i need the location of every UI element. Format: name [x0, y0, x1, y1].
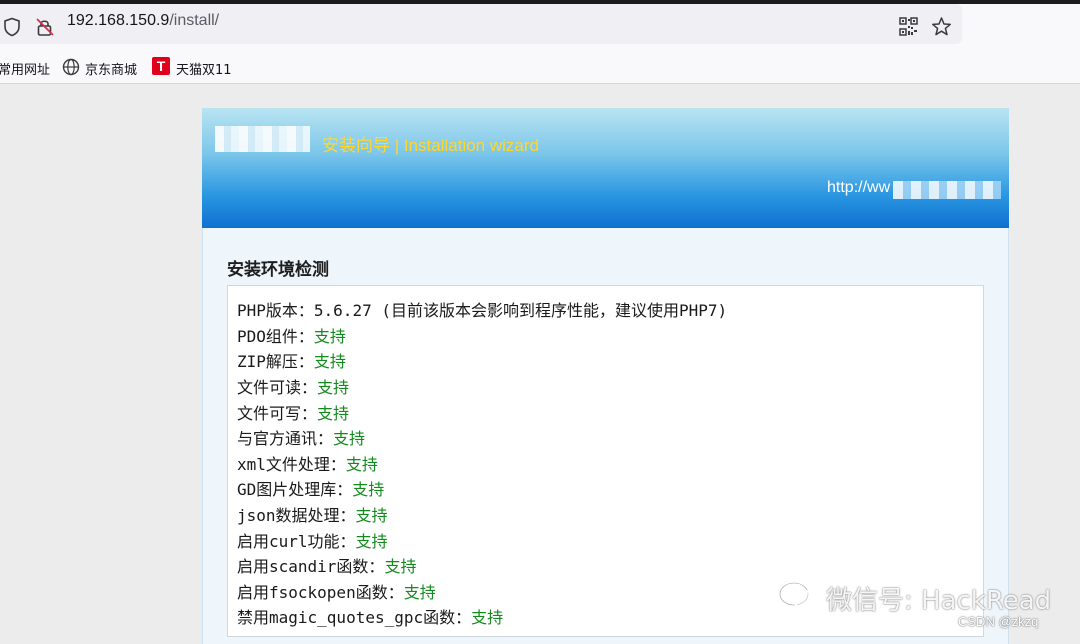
- wizard-title: 安装向导 | Installation wizard: [322, 136, 539, 155]
- url-text[interactable]: 192.168.150.9/install/: [67, 12, 219, 30]
- check-fsockopen: 启用fsockopen函数：支持: [237, 583, 436, 602]
- check-pdo: PDO组件：支持: [237, 327, 346, 346]
- check-xml: xml文件处理：支持: [237, 455, 378, 474]
- check-php-version: PHP版本：5.6.27 (目前该版本会影响到程序性能，建议使用PHP7): [237, 301, 728, 320]
- section-title: 安装环境检测: [227, 260, 329, 280]
- check-file-readable: 文件可读：支持: [237, 378, 350, 397]
- globe-icon: [62, 58, 80, 76]
- check-json: json数据处理：支持: [237, 506, 388, 525]
- check-file-writable: 文件可写：支持: [237, 404, 350, 423]
- wechat-icon: [778, 581, 821, 612]
- insecure-lock-icon[interactable]: [35, 17, 55, 37]
- qr-code-icon[interactable]: [899, 17, 918, 36]
- check-gd: GD图片处理库：支持: [237, 480, 385, 499]
- url-path: /install/: [169, 12, 220, 29]
- check-magic-quotes: 禁用magic_quotes_gpc函数：支持: [237, 608, 504, 627]
- wizard-header-banner: [202, 108, 1009, 228]
- shield-icon[interactable]: [3, 17, 21, 37]
- site-url-pixelated: [893, 181, 1001, 199]
- check-official-comm: 与官方通讯：支持: [237, 429, 366, 448]
- bookmark-jd[interactable]: 京东商城: [85, 59, 137, 78]
- check-zip: ZIP解压：支持: [237, 352, 346, 371]
- check-curl: 启用curl功能：支持: [237, 532, 388, 551]
- bookmark-star-icon[interactable]: [931, 16, 952, 37]
- bookmark-tmall[interactable]: 天猫双11: [176, 59, 232, 78]
- tmall-icon: T: [152, 57, 170, 75]
- logo-pixelated: [215, 126, 310, 152]
- bookmark-common-sites[interactable]: 常用网址: [0, 59, 50, 78]
- url-host: 192.168.150.9: [67, 12, 170, 29]
- watermark-csdn: CSDN @zkzq: [958, 614, 1039, 629]
- site-url: http://ww: [827, 179, 891, 196]
- check-scandir: 启用scandir函数：支持: [237, 557, 417, 576]
- watermark-wechat: 微信号: HackRead: [826, 586, 1052, 616]
